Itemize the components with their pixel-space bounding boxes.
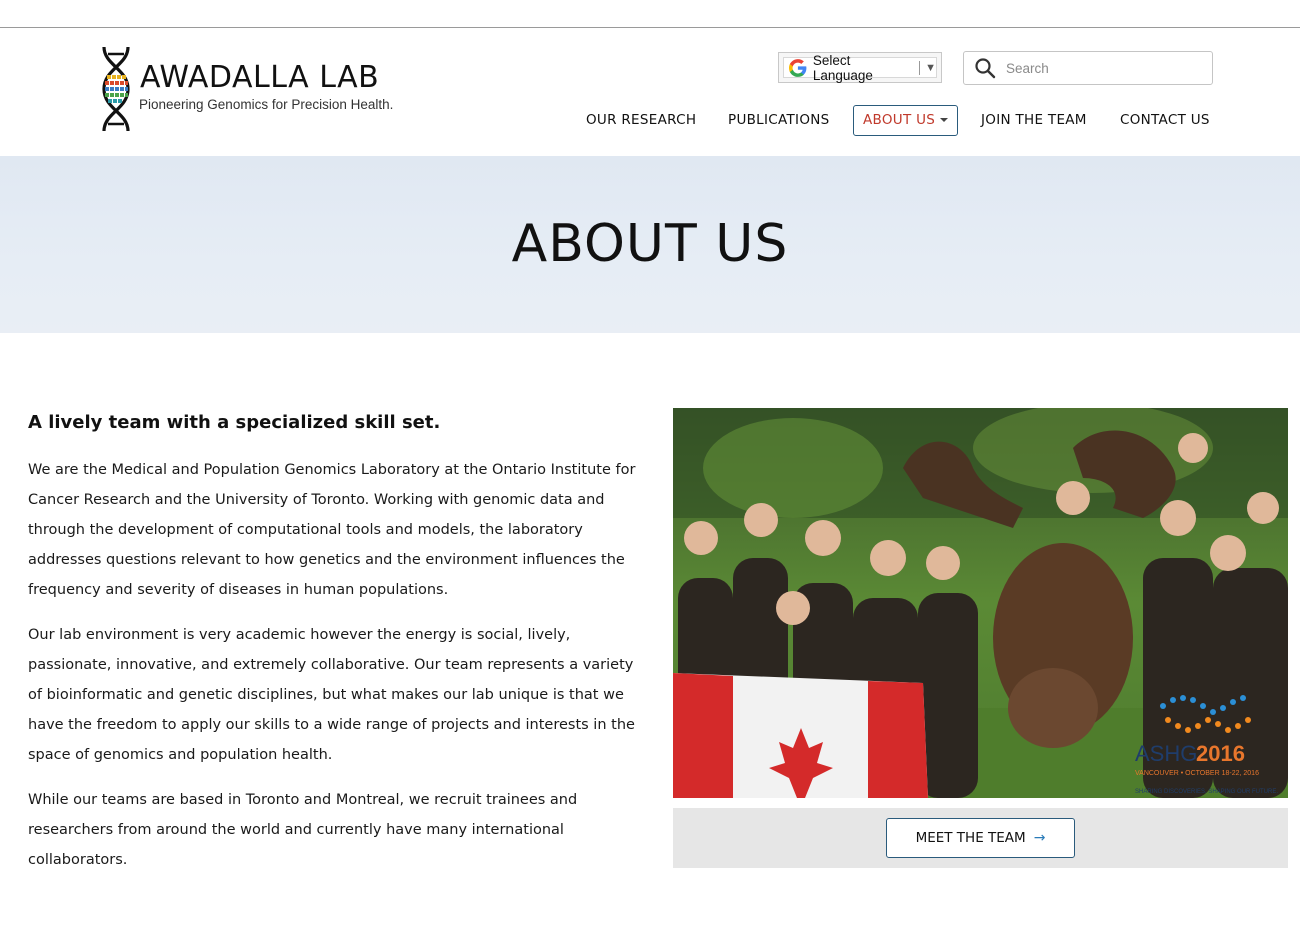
ashg-subtitle: VANCOUVER • OCTOBER 18-22, 2016	[1135, 770, 1259, 777]
team-photo: ASHG 2016 VANCOUVER • OCTOBER 18-22, 201…	[673, 408, 1288, 798]
search-box[interactable]	[963, 51, 1213, 85]
nav-about-us-label: ABOUT US	[863, 112, 936, 128]
language-separator	[919, 60, 921, 75]
arrow-right-icon: →	[1033, 830, 1046, 846]
paragraph-intro: We are the Medical and Population Genomi…	[28, 462, 636, 598]
ashg-year: 2016	[1196, 741, 1245, 766]
meet-the-team-button[interactable]: MEET THE TEAM →	[886, 818, 1075, 858]
search-icon	[975, 58, 996, 79]
nav-our-research[interactable]: OUR RESEARCH	[586, 105, 696, 136]
section-heading: A lively team with a specialized skill s…	[28, 412, 441, 433]
google-g-icon	[789, 58, 807, 77]
nav-publications[interactable]: PUBLICATIONS	[728, 105, 830, 136]
meet-the-team-label: MEET THE TEAM	[915, 830, 1026, 846]
hero-banner: ABOUT US	[0, 156, 1300, 333]
nav-join-the-team[interactable]: JOIN THE TEAM	[981, 105, 1087, 136]
language-selector[interactable]: Select Language ▼	[778, 52, 942, 83]
ashg-footer: SHARING DISCOVERIES. SHAPING OUR FUTURE.	[1135, 789, 1278, 795]
paragraph-environment: Our lab environment is very academic how…	[28, 627, 635, 763]
dropdown-arrow-icon: ▼	[925, 61, 936, 74]
nav-about-us[interactable]: ABOUT US	[853, 105, 959, 136]
caret-down-icon	[940, 118, 949, 122]
site-logo[interactable]: AWADALLA LAB Pioneering Genomics for Pre…	[98, 45, 398, 135]
ashg-prefix: ASHG	[1135, 741, 1197, 766]
logo-tagline: Pioneering Genomics for Precision Health…	[139, 97, 394, 112]
top-divider	[0, 27, 1300, 28]
nav-contact-us[interactable]: CONTACT US	[1120, 105, 1210, 136]
paragraph-locations: While our teams are based in Toronto and…	[28, 792, 578, 868]
language-label: Select Language	[812, 52, 873, 83]
dna-helix-icon	[102, 46, 130, 132]
search-input[interactable]	[1006, 60, 1196, 76]
logo-title: AWADALLA LAB	[140, 60, 380, 95]
page-title: ABOUT US	[511, 214, 789, 274]
